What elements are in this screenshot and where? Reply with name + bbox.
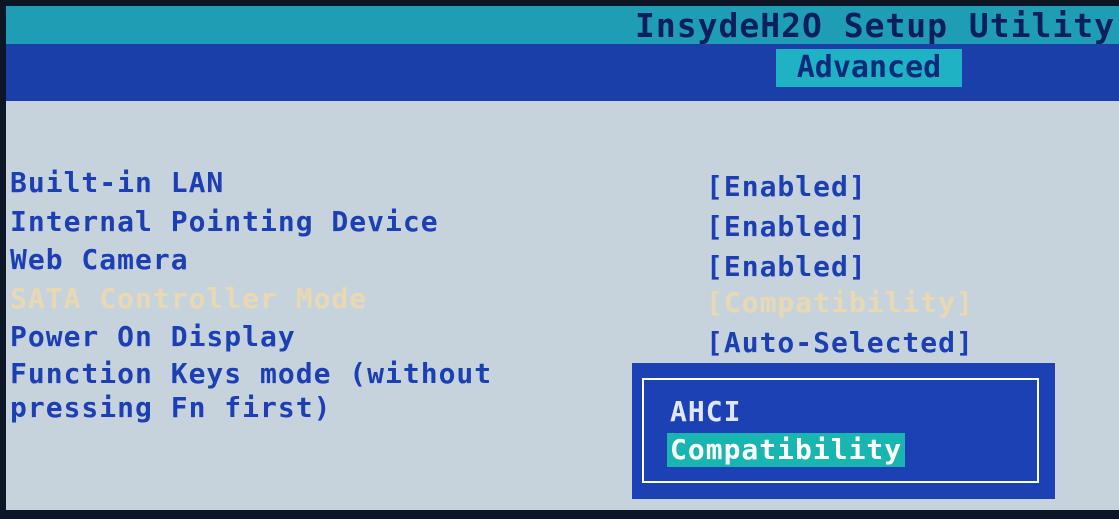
- setting-label-function-keys-mode[interactable]: Function Keys mode (without: [10, 357, 492, 391]
- setting-value-internal-pointing-device[interactable]: [Enabled]: [706, 210, 867, 244]
- tab-bar: Advanced: [6, 44, 1119, 92]
- monitor-bezel-bottom: [0, 510, 1119, 519]
- option-compatibility[interactable]: Compatibility: [667, 433, 906, 467]
- title-bar: InsydeH2O Setup Utility: [6, 6, 1119, 44]
- bios-screen: InsydeH2O Setup Utility Advanced Built-i…: [0, 0, 1119, 519]
- option-ahci[interactable]: AHCI: [670, 395, 741, 429]
- setting-value-sata-controller-mode[interactable]: [Compatibility]: [706, 286, 974, 320]
- tab-divider: [6, 92, 1119, 101]
- setting-label-web-camera[interactable]: Web Camera: [10, 243, 189, 277]
- app-title: InsydeH2O Setup Utility: [635, 6, 1115, 45]
- popup-frame: [642, 378, 1039, 483]
- tab-advanced[interactable]: Advanced: [776, 49, 962, 87]
- setting-value-power-on-display[interactable]: [Auto-Selected]: [706, 326, 974, 360]
- setting-label-internal-pointing-device[interactable]: Internal Pointing Device: [10, 205, 439, 239]
- setting-label-function-keys-mode-line2[interactable]: pressing Fn first): [10, 391, 331, 425]
- setting-label-sata-controller-mode[interactable]: SATA Controller Mode: [10, 282, 367, 316]
- setting-value-built-in-lan[interactable]: [Enabled]: [706, 170, 867, 204]
- setting-value-web-camera[interactable]: [Enabled]: [706, 250, 867, 284]
- setting-label-built-in-lan[interactable]: Built-in LAN: [10, 166, 224, 200]
- option-popup: AHCI Compatibility: [632, 363, 1055, 499]
- setting-label-power-on-display[interactable]: Power On Display: [10, 320, 296, 354]
